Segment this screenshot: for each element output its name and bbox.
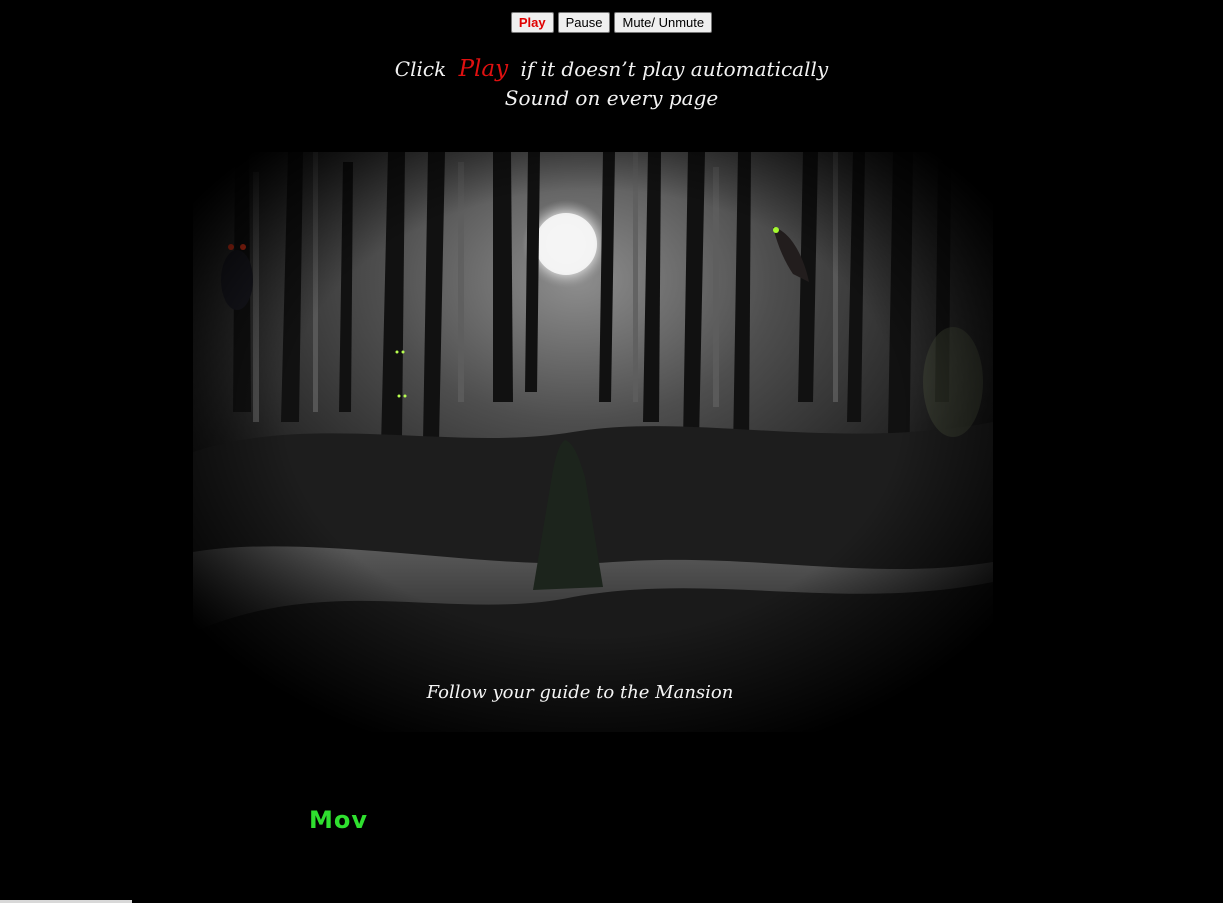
- forest-scene-image: [193, 152, 993, 732]
- mute-unmute-button[interactable]: Mute/ Unmute: [614, 12, 713, 33]
- intro-rest: if it doesn’t play automatically: [520, 57, 829, 81]
- pause-button[interactable]: Pause: [557, 12, 611, 33]
- audio-controls: Play Pause Mute/ Unmute: [0, 12, 1223, 33]
- play-button[interactable]: Play: [510, 12, 554, 33]
- intro-play-word: Play: [458, 56, 509, 82]
- scrolling-message: Mov: [309, 806, 369, 834]
- intro-line-1: Click Play if it doesn’t play automatica…: [0, 55, 1223, 84]
- intro-text: Click Play if it doesn’t play automatica…: [0, 55, 1223, 113]
- intro-click-word: Click: [394, 57, 447, 81]
- scene-caption: Follow your guide to the Mansion: [426, 682, 734, 703]
- intro-line-2: Sound on every page: [504, 86, 719, 110]
